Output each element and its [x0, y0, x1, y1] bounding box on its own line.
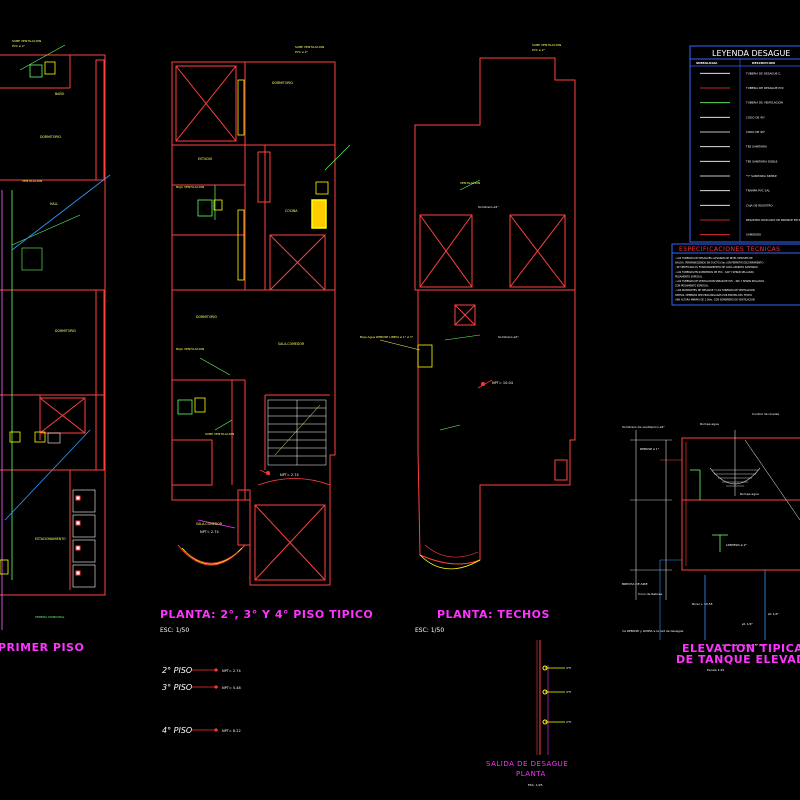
salida-scale: ESC. 1/25 [528, 783, 543, 787]
room-label: DORMITORIO [272, 81, 293, 85]
spec-line: PEGAMENTO ESPECIAL [675, 275, 703, 278]
spec-line: CERTAS, DEBERAN SER PROLONGADAS POR ENCI… [675, 294, 752, 297]
annotation: Sombrero de ventilacion ø2" [622, 425, 665, 429]
legend-description: "Y" SANITARIA SIMPLE [746, 174, 777, 178]
room-label: COCINA [285, 209, 298, 213]
spec-line: - LOS MONTANTES DE DESAGUE Y LAS TUBERIA… [675, 289, 755, 292]
legend-description: CAJA DE REGISTRO [746, 203, 773, 207]
room-label: DORMITORIO [40, 135, 61, 139]
npt-label: NPT= 2.74 [280, 473, 299, 477]
floor-label: 3° PISO [162, 683, 192, 692]
legend-description: TRAMPA PVC SAL [745, 189, 770, 193]
spec-line: - SE VERIFICARA EL FUNCIONAMIENTO DE CAD… [675, 266, 758, 269]
riser-label: 4°P [566, 666, 571, 670]
annotation: SUBE VENTILACION [205, 432, 234, 436]
annotation: LIMPIEZA ø 2" [726, 543, 747, 547]
annotation: Cono de Rebose [638, 592, 662, 596]
annotation: Rompe agua [700, 422, 719, 426]
annotation: PVC ø 2" [532, 48, 546, 52]
annotation: Rompe agua [740, 492, 759, 496]
room-label: DORMITORIO [55, 329, 76, 333]
riser-label: 2°P [566, 720, 571, 724]
legend-description: TUBERIA DE VENTILACION [745, 101, 783, 105]
spec-line: - LAS TUBERIAS DE VENTILACION SERAN DE P… [675, 280, 765, 283]
annotation: VENTILACION [460, 181, 480, 185]
legend-col-symbol: SIMBOLOGIA [696, 61, 718, 65]
spec-line: - LAS TUBERIAS DE DESAGUES LLEVARAN DE N… [675, 257, 753, 260]
legend-description: CODO DE 90° [746, 130, 766, 134]
legend-description: TUBERIA DE DESAGUE PVC [745, 86, 784, 90]
tank-scale: Escala 1:25 [707, 668, 724, 672]
floor-npt: NPT= 2.74 [222, 669, 241, 673]
salida-title: SALIDA DE DESAGUE [486, 760, 568, 768]
room-label: ESTACIONAMIENTO [35, 537, 66, 541]
floor-label: 4° PISO [162, 726, 192, 735]
legend-description: SUMIDERO [746, 233, 762, 237]
room-label: SALA-COMEDOR [278, 342, 305, 346]
room-label: HALL [50, 202, 58, 206]
spec-line: SALIDA, PERMANECIENDO EN DUCTO (Ver.) EN… [675, 262, 763, 265]
annotation: VENTILACION [22, 179, 42, 183]
specs-title: ESPECIFICACIONES TECNICAS [679, 246, 781, 253]
cad-drawing-canvas[interactable]: BAÑO DORMITORIO HALL DORMITORIO ESTACION… [0, 0, 800, 800]
room-label: BAÑO [55, 91, 65, 96]
annotation: PVC ø 2" [12, 44, 26, 48]
annotation: BAJA VENTILACION [176, 185, 204, 189]
primer-piso-title: PRIMER PISO [0, 641, 84, 654]
annotation: SUBE VENTILACION [12, 39, 41, 43]
salida-subtitle: PLANTA [516, 770, 546, 778]
floor-npt: NPT= 5.48 [222, 686, 241, 690]
annotation: BRECHA DE AIRE [622, 582, 648, 586]
tipico-scale: ESC: 1/50 [160, 627, 189, 634]
room-label: ESTUDIO [198, 157, 213, 161]
spec-line: - LAS TUBERIAS EN SUMIDEROS DE PVC - SAP… [675, 271, 754, 274]
legend-description: TEE SANITARIA DOBLE [745, 159, 778, 163]
annotation: REBOSE ø 1" [640, 447, 660, 451]
annotation: BAJA VENTILACION [176, 347, 204, 351]
annotation: ø1 1/4" [768, 612, 780, 616]
annotation: Baja Agua REBOSE LIMPIA ø 1" ø 3" [360, 335, 414, 339]
annotation: SUBE VENTILACION [532, 43, 561, 47]
legend-description: TEE SANITARIA [745, 145, 767, 149]
legend-description: TUBERIA DE DESAGUE C. [745, 71, 781, 75]
floor-npt: NPT= 8.22 [222, 729, 241, 733]
techos-scale: ESC: 1/50 [415, 627, 444, 634]
background [0, 0, 800, 800]
techos-title: PLANTA: TECHOS [437, 608, 550, 621]
npt-label: NPT= 10.04 [492, 381, 514, 385]
legend-col-desc: DESCRIPCION [752, 61, 775, 65]
floor-label: 2° PISO [162, 666, 192, 675]
specs-lines: - LAS TUBERIAS DE DESAGUES LLEVARAN DE N… [675, 257, 765, 301]
legend-title: LEYENDA DESAGUE [712, 49, 790, 58]
tank-title-2: DE TANQUE ELEVADO [676, 653, 800, 666]
annotation: Sombrero ø2" [478, 205, 499, 209]
spec-line: CON PEGAMENTO ESPECIAL [675, 285, 709, 288]
annotation: Control de niveles [752, 412, 780, 416]
legend-description: CODO DE 45° [746, 115, 766, 119]
room-label: DORMITORIO [196, 315, 217, 319]
annotation: ø1 1/4" [742, 622, 754, 626]
annotation: SUBE VENTILACION [295, 45, 324, 49]
vereda-label: VEREDA MUNICIPAL [35, 615, 65, 619]
spec-line: UNA ALTURA MINIMA DE 1.00m, CON SOMBRERO… [675, 298, 755, 301]
annotation: ira REBOSE y LIMPIA a la red de desagüe [622, 629, 683, 633]
room-label: SALA-COMEDOR [196, 522, 223, 526]
riser-label: 3°P [566, 690, 571, 694]
annotation: Sombrero ø2" [498, 335, 519, 339]
annotation: Nivel + 10.55 [692, 602, 713, 606]
npt-label: NPT= 2.74 [200, 530, 219, 534]
tipico-title: PLANTA: 2°, 3° Y 4° PISO TIPICO [160, 608, 373, 621]
annotation: PVC ø 2" [295, 50, 309, 54]
legend-description: REGISTRO ROSCADO DE BRONCE EN PISO [746, 218, 800, 222]
